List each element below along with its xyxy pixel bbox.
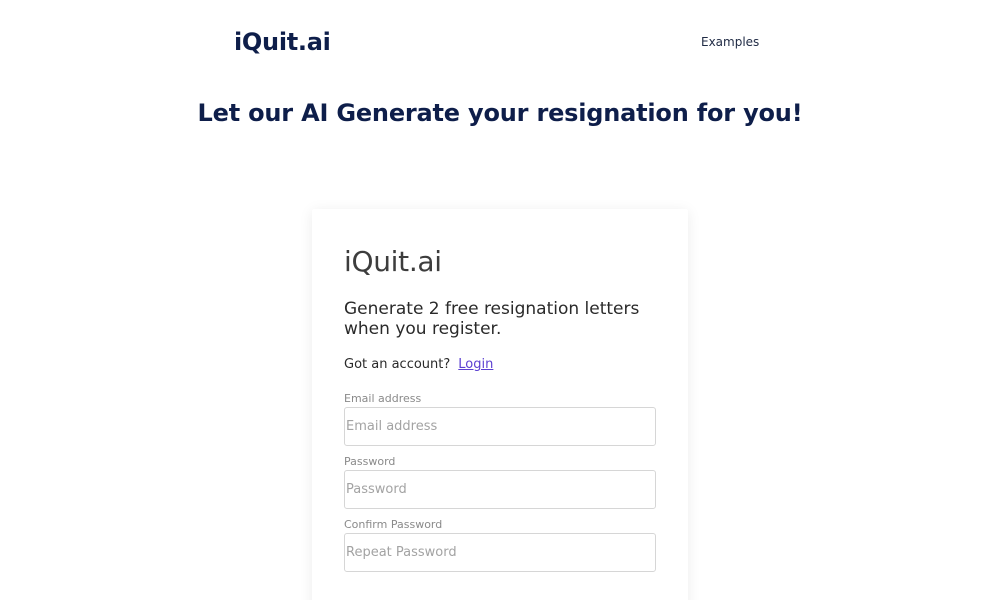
password-input[interactable] — [344, 470, 656, 509]
confirm-password-label: Confirm Password — [344, 518, 443, 531]
page: iQuit.ai Examples Let our AI Generate yo… — [0, 0, 1000, 600]
top-navigation-bar: iQuit.ai Examples — [0, 0, 1000, 86]
email-label: Email address — [344, 392, 422, 405]
card-title: iQuit.ai — [344, 245, 442, 278]
password-label: Password — [344, 455, 396, 468]
account-prompt-text: Got an account? — [344, 357, 451, 372]
signup-card: iQuit.ai Generate 2 free resignation let… — [312, 209, 688, 600]
hero-title: Let our AI Generate your resignation for… — [197, 99, 803, 127]
email-input[interactable] — [344, 407, 656, 446]
nav-link-examples[interactable]: Examples — [701, 35, 759, 49]
brand-logo-link[interactable]: iQuit.ai — [234, 28, 331, 56]
confirm-password-input[interactable] — [344, 533, 656, 572]
account-prompt-line: Got an account? Login — [344, 357, 493, 372]
card-subtitle: Generate 2 free resignation letters when… — [344, 299, 640, 339]
login-link[interactable]: Login — [458, 357, 493, 372]
